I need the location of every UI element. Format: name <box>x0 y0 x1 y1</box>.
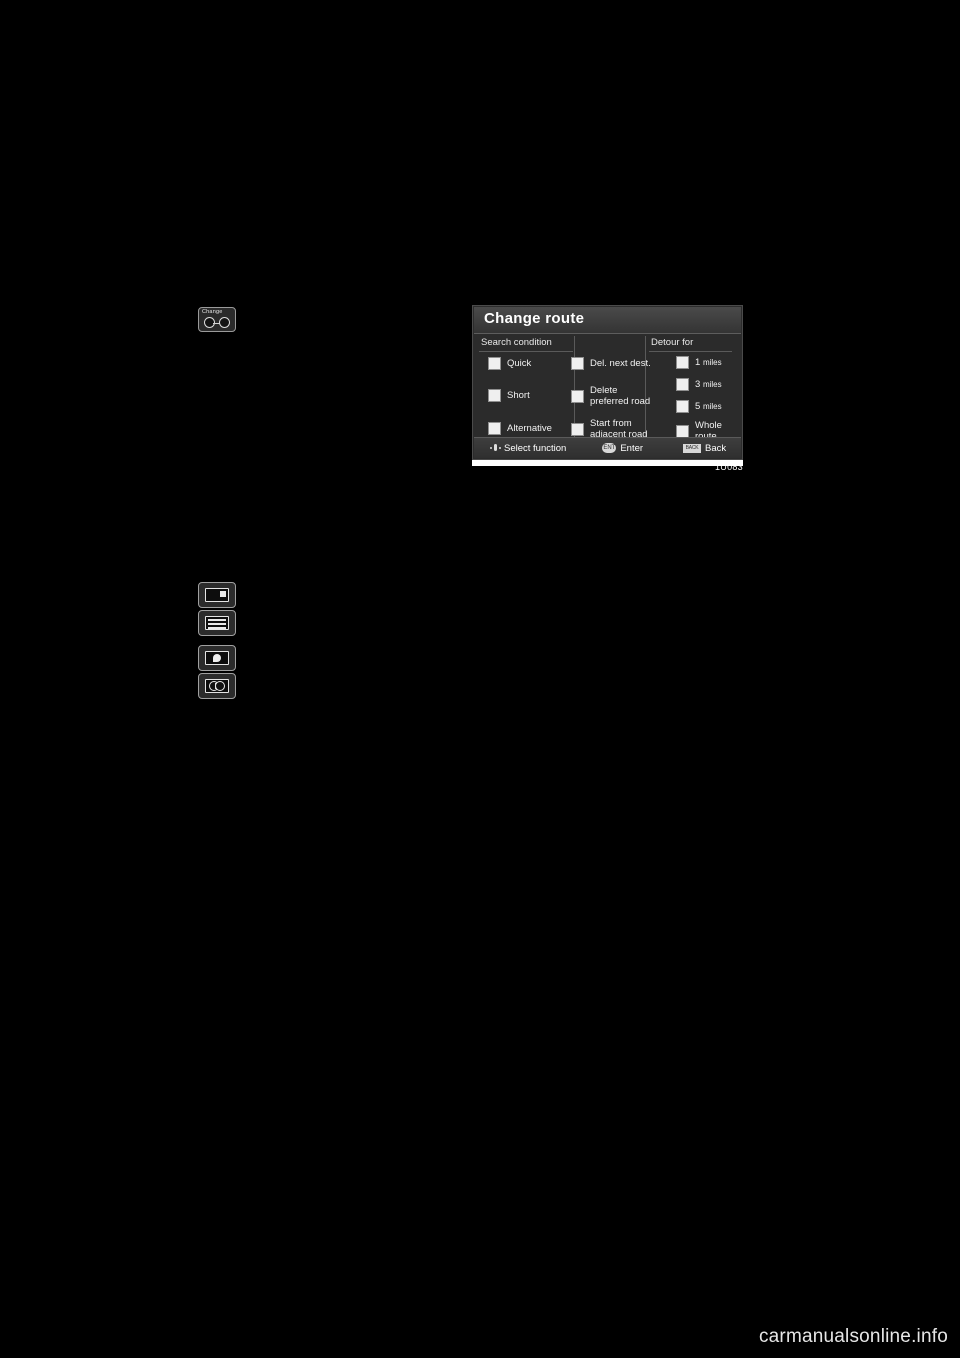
change-button[interactable]: Change <box>198 307 236 332</box>
change-knob-right-icon <box>219 317 230 328</box>
checkbox-alternative[interactable] <box>488 422 501 435</box>
option-detour-5-label: 5 miles <box>695 401 722 412</box>
checkbox-quick[interactable] <box>488 357 501 370</box>
audio-dials-icon <box>205 679 229 693</box>
list-view-button[interactable] <box>198 610 236 636</box>
footer-back-label: Back <box>705 442 727 454</box>
nav-footer-bar: Select function ENT Enter BACK Back <box>474 437 741 458</box>
option-delete-next-destination-label: Del. next dest. <box>590 358 651 369</box>
detour-value: 1 <box>695 357 701 368</box>
option-delete-preferred-road[interactable]: Delete preferred road <box>571 385 650 407</box>
option-detour-1-mile[interactable]: 1 miles <box>676 356 722 369</box>
footer-back[interactable]: BACK Back <box>683 443 726 454</box>
list-line-2 <box>208 623 226 625</box>
checkbox-short[interactable] <box>488 389 501 402</box>
option-delete-next-destination[interactable]: Del. next dest. <box>571 357 651 370</box>
divider-search-condition <box>479 351 573 352</box>
option-delete-preferred-road-label: Delete preferred road <box>590 385 650 407</box>
pin-dot-icon <box>213 654 221 662</box>
checkbox-detour-whole-route[interactable] <box>676 424 689 438</box>
checkbox-detour-3[interactable] <box>676 378 689 391</box>
detour-value: 3 <box>695 379 701 390</box>
map-screen-corner-icon <box>220 591 226 597</box>
site-watermark: carmanualsonline.info <box>758 1326 948 1347</box>
figure-code: 1U083 <box>714 462 743 472</box>
label-line-1: Delete <box>590 385 618 396</box>
label-line-2: preferred road <box>590 396 651 407</box>
back-badge-icon: BACK <box>683 443 702 453</box>
divider-detour-for <box>649 351 732 352</box>
label-line-1: Start from <box>590 418 632 429</box>
destination-button[interactable] <box>198 645 236 671</box>
detour-unit: miles <box>702 380 722 389</box>
footer-select-function-label: Select function <box>504 442 567 454</box>
detour-value: 5 <box>695 401 701 412</box>
checkbox-delete-next-destination[interactable] <box>571 357 584 370</box>
column-header-search-condition: Search condition <box>481 337 552 348</box>
joystick-dot-left <box>490 446 492 449</box>
change-route-figure: Change route Search condition Detour for… <box>472 300 743 472</box>
option-short[interactable]: Short <box>488 389 530 402</box>
checkbox-detour-5[interactable] <box>676 400 689 413</box>
audio-button[interactable] <box>198 673 236 699</box>
checkbox-start-from-adjacent-road[interactable] <box>571 422 584 436</box>
joystick-icon <box>490 443 501 454</box>
option-alternative[interactable]: Alternative <box>488 422 552 435</box>
list-line-1 <box>208 619 226 621</box>
page-title: Change route <box>484 310 585 327</box>
enter-badge-icon: ENT <box>602 443 617 453</box>
checkbox-detour-1[interactable] <box>676 356 689 369</box>
option-quick[interactable]: Quick <box>488 357 531 370</box>
label-line-1: Whole <box>695 420 722 431</box>
option-detour-5-miles[interactable]: 5 miles <box>676 400 722 413</box>
list-line-3 <box>208 627 226 629</box>
figure-underbar <box>472 460 743 466</box>
detour-unit: miles <box>702 402 722 411</box>
nav-screen: Change route Search condition Detour for… <box>472 305 743 460</box>
joystick-stick <box>494 443 497 451</box>
option-alternative-label: Alternative <box>507 423 552 434</box>
column-header-detour-for: Detour for <box>651 337 694 348</box>
map-view-button[interactable] <box>198 582 236 608</box>
detour-unit: miles <box>702 358 722 367</box>
option-detour-3-miles[interactable]: 3 miles <box>676 378 722 391</box>
option-detour-1-label: 1 miles <box>695 357 722 368</box>
joystick-dot-right <box>499 446 501 449</box>
option-detour-3-label: 3 miles <box>695 379 722 390</box>
nav-title-bar: Change route <box>474 307 741 334</box>
footer-enter[interactable]: ENT Enter <box>602 443 643 454</box>
footer-select-function[interactable]: Select function <box>490 443 566 454</box>
destination-pin-icon <box>205 651 229 665</box>
option-short-label: Short <box>507 390 530 401</box>
option-quick-label: Quick <box>507 358 532 369</box>
map-screen-icon <box>205 588 229 602</box>
footer-enter-label: Enter <box>620 442 644 454</box>
checkbox-delete-preferred-road[interactable] <box>571 389 584 403</box>
change-button-label: Change <box>202 309 223 315</box>
audio-dial-right-icon <box>215 681 225 691</box>
list-lines-icon <box>205 616 229 630</box>
